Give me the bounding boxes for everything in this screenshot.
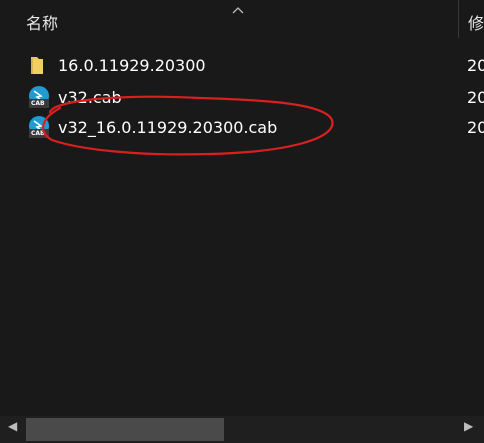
name-column-header[interactable]: 名称 [26,10,58,34]
date-modified-column-header[interactable]: 修 [468,10,484,34]
column-divider[interactable] [458,0,459,38]
horizontal-scrollbar[interactable]: ◀ ▶ [0,416,484,443]
file-name: v32.cab [58,88,122,107]
file-row-cab[interactable]: CAB v32_16.0.11929.20300.cab 20 [0,114,484,142]
scroll-right-icon[interactable]: ▶ [464,419,473,433]
cab-icon-label: CAB [31,130,45,137]
file-name: 16.0.11929.20300 [58,56,206,75]
file-date: 20 [467,88,484,107]
cab-file-icon: CAB [27,115,51,139]
cab-icon-label: CAB [31,100,45,107]
file-name: v32_16.0.11929.20300.cab [58,118,278,137]
scrollbar-thumb[interactable] [26,418,224,441]
file-row-cab[interactable]: CAB v32.cab 20 [0,84,484,112]
caret-up-icon [230,0,246,19]
folder-icon [27,53,51,77]
file-row-folder[interactable]: 16.0.11929.20300 20 [0,52,484,80]
scroll-left-icon[interactable]: ◀ [8,419,17,433]
file-date: 20 [467,118,484,137]
column-header-bar: 名称 修 [0,0,484,40]
cab-file-icon: CAB [27,85,51,109]
file-date: 20 [467,56,484,75]
